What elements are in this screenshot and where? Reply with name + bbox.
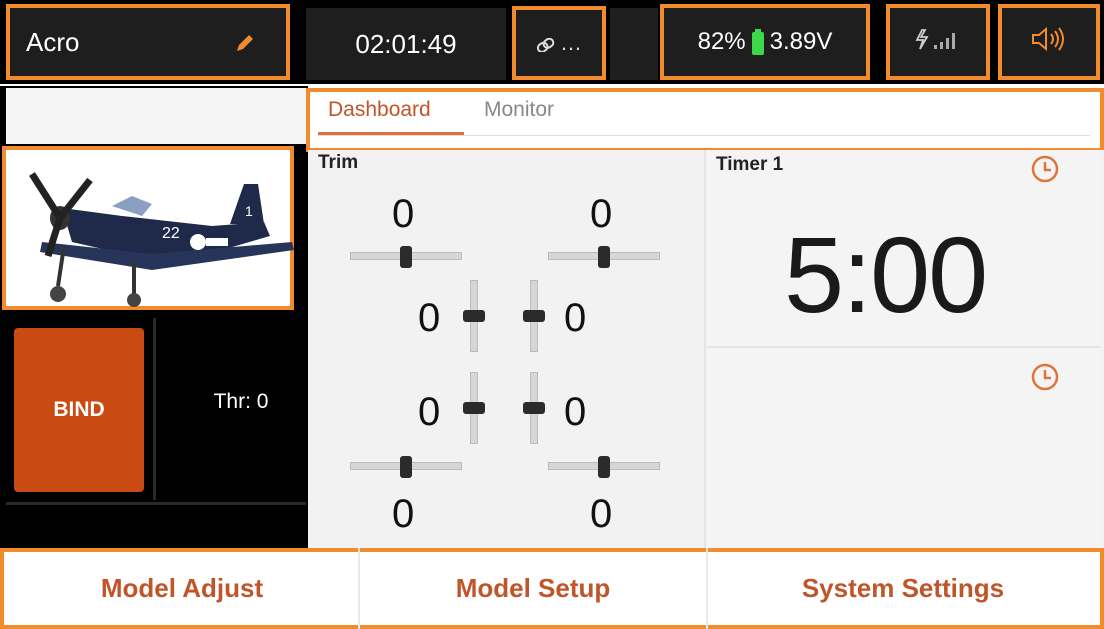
secondary-timer-widget[interactable]	[704, 346, 1100, 548]
model-adjust-button[interactable]: Model Adjust	[6, 548, 360, 629]
trim-widget: Trim 0 0 0 0 0 0 0 0	[308, 150, 704, 548]
volume-box[interactable]	[998, 4, 1100, 80]
footer-nav: Model Adjust Model Setup System Settings	[0, 548, 1104, 629]
timer-title: Timer 1	[716, 154, 784, 175]
signal-box[interactable]	[886, 4, 990, 80]
trim-bottom-right-value: 0	[590, 492, 613, 536]
model-name-box[interactable]: Acro	[6, 4, 290, 80]
timer-clock-icon	[1030, 154, 1060, 184]
airplane-image: 1 22	[29, 172, 294, 307]
svg-text:1: 1	[245, 203, 253, 219]
model-name: Acro	[26, 26, 80, 57]
edit-pencil-icon	[234, 30, 256, 61]
tab-dashboard[interactable]: Dashboard	[328, 98, 431, 122]
trim-mid-right-lower-slider[interactable]	[523, 372, 545, 444]
link-icon	[536, 28, 556, 59]
system-settings-button[interactable]: System Settings	[708, 548, 1098, 629]
trim-bottom-right-slider[interactable]	[548, 456, 660, 478]
left-divider-horizontal	[6, 502, 306, 505]
trim-bottom-left-value: 0	[392, 492, 415, 536]
tab-monitor[interactable]: Monitor	[484, 98, 554, 122]
trim-top-left-value: 0	[392, 192, 415, 236]
trim-title: Trim	[318, 152, 359, 173]
bind-label: BIND	[53, 398, 105, 421]
trim-bottom-left-slider[interactable]	[350, 456, 462, 478]
left-panel-top-strip	[6, 88, 306, 144]
speaker-volume-icon	[1029, 26, 1069, 59]
model-image-frame[interactable]: 1 22	[2, 146, 294, 310]
link-status-box[interactable]: …	[512, 6, 606, 80]
battery-voltage: 3.89V	[769, 28, 833, 55]
model-setup-button[interactable]: Model Setup	[360, 548, 708, 629]
trim-mid-right-lower-value: 0	[564, 390, 587, 434]
link-status-text: …	[560, 30, 582, 55]
tab-bar: Dashboard Monitor	[306, 88, 1104, 152]
system-settings-label: System Settings	[801, 573, 1005, 603]
left-divider-vertical	[153, 318, 156, 500]
timer-widget[interactable]: Timer 1 5:00	[704, 150, 1100, 346]
tab-bar-divider	[318, 135, 1090, 136]
clock-box: 02:01:49	[306, 8, 506, 80]
spacer-box	[610, 8, 658, 80]
trim-mid-left-lower-value: 0	[418, 390, 441, 434]
trim-mid-left-lower-slider[interactable]	[463, 372, 485, 444]
trim-mid-left-upper-slider[interactable]	[463, 280, 485, 352]
throttle-label: Thr: 0	[213, 390, 269, 413]
clock-time: 02:01:49	[355, 28, 457, 59]
model-adjust-label: Model Adjust	[100, 573, 264, 603]
svg-text:22: 22	[162, 225, 180, 242]
battery-icon	[751, 29, 764, 55]
trim-mid-right-upper-value: 0	[564, 296, 587, 340]
trim-top-left-slider[interactable]	[350, 246, 462, 268]
battery-percent: 82%	[697, 28, 746, 55]
throttle-readout: Thr: 0	[158, 390, 304, 420]
rf-signal-icon	[914, 27, 962, 58]
timer-value: 5:00	[784, 214, 988, 335]
trim-mid-left-upper-value: 0	[418, 296, 441, 340]
bind-button[interactable]: BIND	[14, 328, 144, 492]
battery-box[interactable]: 82% 3.89V	[660, 4, 870, 80]
secondary-clock-icon	[1030, 362, 1060, 392]
trim-top-right-slider[interactable]	[548, 246, 660, 268]
trim-mid-right-upper-slider[interactable]	[523, 280, 545, 352]
model-setup-label: Model Setup	[455, 573, 611, 603]
trim-top-right-value: 0	[590, 192, 613, 236]
